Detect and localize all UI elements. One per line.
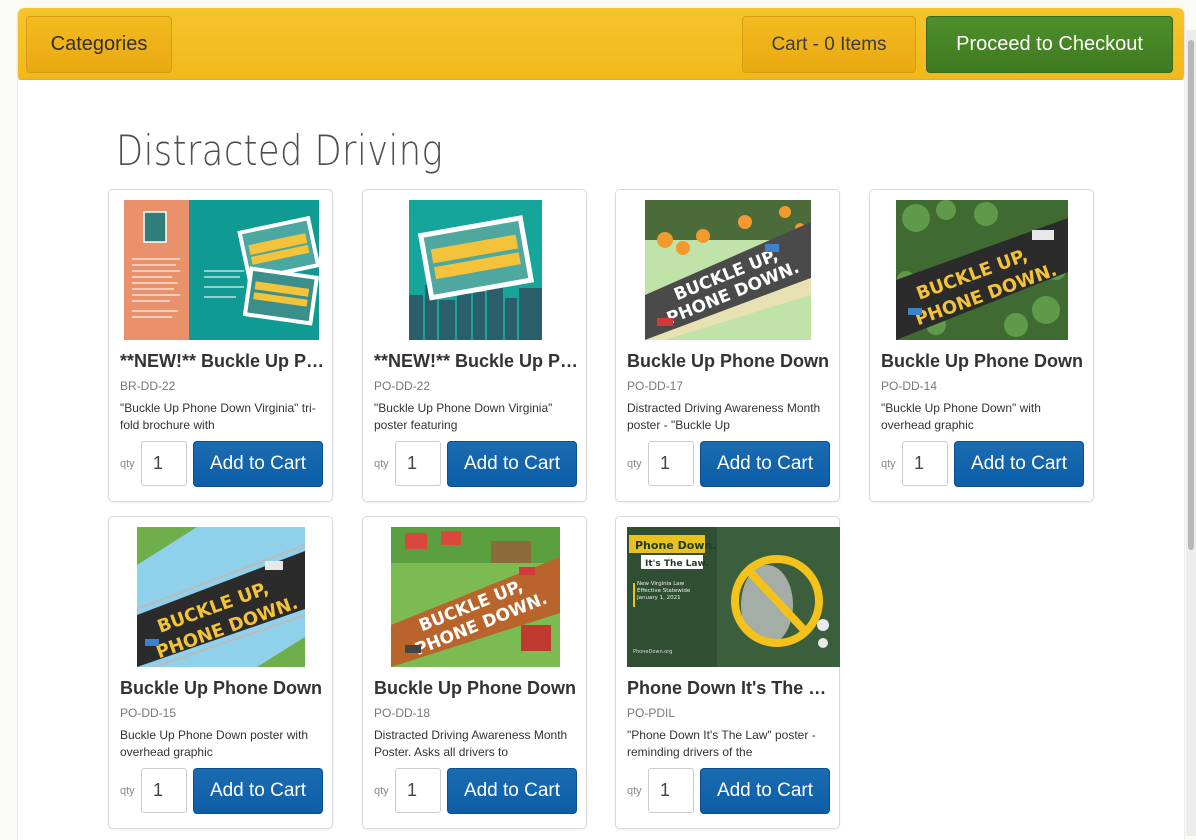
- qty-input[interactable]: [395, 768, 441, 813]
- cart-count-button[interactable]: Cart - 0 Items: [742, 16, 916, 73]
- page-title: Distracted Driving: [116, 126, 444, 175]
- add-to-cart-button[interactable]: Add to Cart: [954, 441, 1084, 487]
- qty-label: qty: [627, 785, 642, 797]
- qty-label: qty: [120, 458, 135, 470]
- qty-label: qty: [120, 785, 135, 797]
- qty-input[interactable]: [395, 441, 441, 486]
- product-name[interactable]: **NEW!** Buckle Up Phone Down Virginia: [120, 351, 325, 372]
- categories-button[interactable]: Categories: [26, 16, 172, 73]
- product-card: **NEW!** Buckle Up Phone Down Virginia P…: [362, 189, 587, 502]
- product-card: BUCKLE UP, PHONE DOWN. Buckle Up Phone D…: [869, 189, 1094, 502]
- product-description: Distracted Driving Awareness Month poste…: [627, 401, 821, 432]
- product-sku: PO-DD-18: [374, 706, 431, 720]
- product-sku: PO-DD-17: [627, 379, 684, 393]
- product-description: "Buckle Up Phone Down" with overhead gra…: [881, 401, 1041, 432]
- top-toolbar: Categories Cart - 0 Items Proceed to Che…: [18, 8, 1184, 81]
- product-sku: PO-PDIL: [627, 706, 676, 720]
- product-sku: PO-DD-22: [374, 379, 431, 393]
- product-description: Buckle Up Phone Down poster with overhea…: [120, 728, 309, 759]
- add-to-cart-button[interactable]: Add to Cart: [700, 441, 830, 487]
- product-image[interactable]: BUCKLE UP, PHONE DOWN.: [896, 200, 1068, 340]
- product-image[interactable]: BUCKLE UP, PHONE DOWN.: [645, 200, 811, 340]
- add-to-cart-button[interactable]: Add to Cart: [447, 441, 577, 487]
- product-image[interactable]: [409, 200, 542, 340]
- product-sku: PO-DD-14: [881, 379, 938, 393]
- scrollbar-thumb[interactable]: [1188, 40, 1194, 550]
- product-image[interactable]: [124, 200, 319, 340]
- add-to-cart-button[interactable]: Add to Cart: [193, 768, 323, 814]
- qty-input[interactable]: [141, 441, 187, 486]
- product-card: Phone Down. It's The Law. New Virginia L…: [615, 516, 840, 829]
- product-name[interactable]: Buckle Up Phone Down: [374, 678, 579, 699]
- product-name[interactable]: Buckle Up Phone Down: [881, 351, 1086, 372]
- product-name[interactable]: Buckle Up Phone Down: [120, 678, 325, 699]
- add-to-cart-button[interactable]: Add to Cart: [700, 768, 830, 814]
- add-to-cart-button[interactable]: Add to Cart: [447, 768, 577, 814]
- product-image[interactable]: BUCKLE UP, PHONE DOWN.: [137, 527, 305, 667]
- checkout-button[interactable]: Proceed to Checkout: [926, 16, 1173, 73]
- product-image[interactable]: Phone Down. It's The Law. New Virginia L…: [627, 527, 840, 667]
- qty-label: qty: [374, 458, 389, 470]
- product-description: "Buckle Up Phone Down Virginia" poster f…: [374, 401, 553, 432]
- product-card: BUCKLE UP, PHONE DOWN. Buckle Up Phone D…: [108, 516, 333, 829]
- qty-input[interactable]: [141, 768, 187, 813]
- product-card: BUCKLE UP, PHONE DOWN. Buckle Up Phone D…: [362, 516, 587, 829]
- add-to-cart-button[interactable]: Add to Cart: [193, 441, 323, 487]
- product-sku: BR-DD-22: [120, 379, 176, 393]
- product-description: "Buckle Up Phone Down Virginia" tri-fold…: [120, 401, 316, 432]
- artwork-text: It's The Law.: [645, 559, 709, 569]
- qty-input[interactable]: [648, 441, 694, 486]
- qty-input[interactable]: [648, 768, 694, 813]
- product-description: "Phone Down It's The Law" poster - remin…: [627, 728, 816, 759]
- qty-input[interactable]: [902, 441, 948, 486]
- artwork-text: Phone Down.: [635, 539, 716, 552]
- product-sku: PO-DD-15: [120, 706, 177, 720]
- artwork-text: New Virginia Law Effective Statewide Jan…: [637, 581, 691, 601]
- product-name[interactable]: **NEW!** Buckle Up Phone Down Virginia: [374, 351, 579, 372]
- product-card: **NEW!** Buckle Up Phone Down Virginia B…: [108, 189, 333, 502]
- qty-label: qty: [627, 458, 642, 470]
- qty-label: qty: [881, 458, 896, 470]
- product-card: BUCKLE UP, PHONE DOWN. Buckle Up Phone D…: [615, 189, 840, 502]
- artwork-text: PhoneDown.org: [633, 649, 672, 655]
- product-name[interactable]: Buckle Up Phone Down: [627, 351, 832, 372]
- product-image[interactable]: BUCKLE UP, PHONE DOWN.: [391, 527, 560, 667]
- product-name[interactable]: Phone Down It's The Law: [627, 678, 832, 699]
- qty-label: qty: [374, 785, 389, 797]
- product-description: Distracted Driving Awareness Month Poste…: [374, 728, 568, 759]
